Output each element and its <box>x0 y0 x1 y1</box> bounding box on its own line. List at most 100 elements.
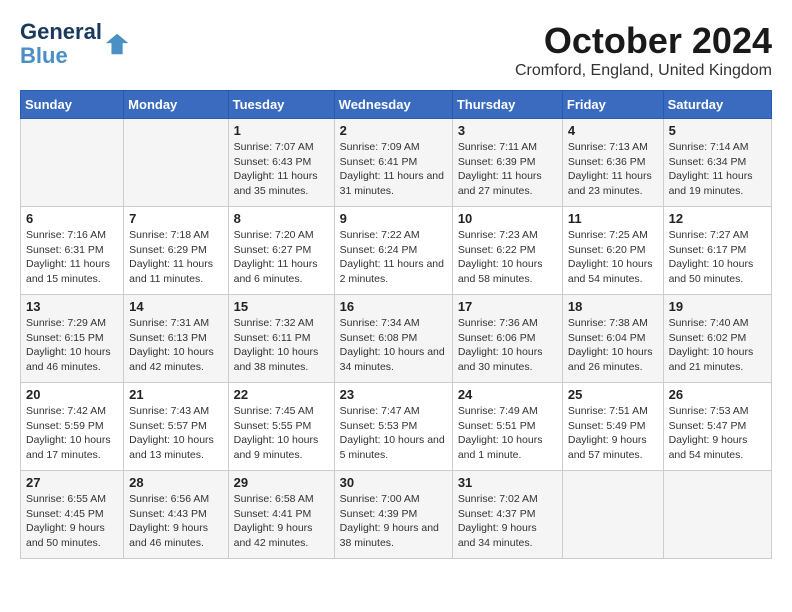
day-number: 15 <box>234 299 329 314</box>
logo-text: GeneralBlue <box>20 20 102 68</box>
day-info: Sunrise: 7:00 AM Sunset: 4:39 PM Dayligh… <box>340 492 447 551</box>
day-info: Sunrise: 7:34 AM Sunset: 6:08 PM Dayligh… <box>340 316 447 375</box>
calendar-cell: 29 Sunrise: 6:58 AM Sunset: 4:41 PM Dayli… <box>228 471 334 559</box>
day-info: Sunrise: 7:11 AM Sunset: 6:39 PM Dayligh… <box>458 140 557 199</box>
day-info: Sunrise: 7:18 AM Sunset: 6:29 PM Dayligh… <box>129 228 222 287</box>
header-monday: Monday <box>124 91 228 119</box>
day-number: 17 <box>458 299 557 314</box>
calendar-cell: 20 Sunrise: 7:42 AM Sunset: 5:59 PM Dayli… <box>21 383 124 471</box>
day-info: Sunrise: 7:14 AM Sunset: 6:34 PM Dayligh… <box>669 140 766 199</box>
day-info: Sunrise: 7:32 AM Sunset: 6:11 PM Dayligh… <box>234 316 329 375</box>
calendar-cell: 19Sunrise: 7:40 AM Sunset: 6:02 PM Dayli… <box>663 295 771 383</box>
month-title: October 2024 <box>515 20 772 62</box>
day-number: 18 <box>568 299 658 314</box>
day-number: 4 <box>568 123 658 138</box>
calendar-cell: 8Sunrise: 7:20 AM Sunset: 6:27 PM Daylig… <box>228 207 334 295</box>
day-info: Sunrise: 7:29 AM Sunset: 6:15 PM Dayligh… <box>26 316 118 375</box>
calendar-cell: 16 Sunrise: 7:34 AM Sunset: 6:08 PM Dayli… <box>334 295 452 383</box>
calendar-cell: 7 Sunrise: 7:18 AM Sunset: 6:29 PM Daylig… <box>124 207 228 295</box>
calendar-week-row: 13Sunrise: 7:29 AM Sunset: 6:15 PM Dayli… <box>21 295 772 383</box>
header-tuesday: Tuesday <box>228 91 334 119</box>
calendar-week-row: 6 Sunrise: 7:16 AM Sunset: 6:31 PM Daylig… <box>21 207 772 295</box>
calendar-cell: 3 Sunrise: 7:11 AM Sunset: 6:39 PM Daylig… <box>452 119 562 207</box>
day-info: Sunrise: 6:56 AM Sunset: 4:43 PM Dayligh… <box>129 492 222 551</box>
calendar-cell: 13Sunrise: 7:29 AM Sunset: 6:15 PM Dayli… <box>21 295 124 383</box>
calendar-cell: 27 Sunrise: 6:55 AM Sunset: 4:45 PM Dayli… <box>21 471 124 559</box>
calendar-cell: 10 Sunrise: 7:23 AM Sunset: 6:22 PM Dayli… <box>452 207 562 295</box>
day-number: 16 <box>340 299 447 314</box>
calendar-cell: 6 Sunrise: 7:16 AM Sunset: 6:31 PM Daylig… <box>21 207 124 295</box>
location: Cromford, England, United Kingdom <box>515 62 772 80</box>
header-friday: Friday <box>562 91 663 119</box>
calendar-cell: 9 Sunrise: 7:22 AM Sunset: 6:24 PM Daylig… <box>334 207 452 295</box>
logo-icon <box>104 30 132 58</box>
calendar-cell: 26Sunrise: 7:53 AM Sunset: 5:47 PM Dayli… <box>663 383 771 471</box>
calendar-cell: 14 Sunrise: 7:31 AM Sunset: 6:13 PM Dayli… <box>124 295 228 383</box>
calendar-cell: 15 Sunrise: 7:32 AM Sunset: 6:11 PM Dayli… <box>228 295 334 383</box>
page-header: GeneralBlue October 2024 Cromford, Engla… <box>20 20 772 80</box>
day-number: 24 <box>458 387 557 402</box>
day-info: Sunrise: 7:13 AM Sunset: 6:36 PM Dayligh… <box>568 140 658 199</box>
calendar-cell: 23Sunrise: 7:47 AM Sunset: 5:53 PM Dayli… <box>334 383 452 471</box>
calendar-cell <box>562 471 663 559</box>
day-number: 22 <box>234 387 329 402</box>
day-number: 25 <box>568 387 658 402</box>
calendar-cell: 24 Sunrise: 7:49 AM Sunset: 5:51 PM Dayli… <box>452 383 562 471</box>
calendar-cell: 17Sunrise: 7:36 AM Sunset: 6:06 PM Dayli… <box>452 295 562 383</box>
day-info: Sunrise: 7:42 AM Sunset: 5:59 PM Dayligh… <box>26 404 118 463</box>
day-number: 23 <box>340 387 447 402</box>
day-info: Sunrise: 6:55 AM Sunset: 4:45 PM Dayligh… <box>26 492 118 551</box>
day-number: 7 <box>129 211 222 226</box>
day-number: 6 <box>26 211 118 226</box>
day-info: Sunrise: 7:43 AM Sunset: 5:57 PM Dayligh… <box>129 404 222 463</box>
calendar-cell: 2Sunrise: 7:09 AM Sunset: 6:41 PM Daylig… <box>334 119 452 207</box>
calendar-cell: 22 Sunrise: 7:45 AM Sunset: 5:55 PM Dayli… <box>228 383 334 471</box>
header-sunday: Sunday <box>21 91 124 119</box>
day-number: 27 <box>26 475 118 490</box>
day-info: Sunrise: 7:38 AM Sunset: 6:04 PM Dayligh… <box>568 316 658 375</box>
day-number: 12 <box>669 211 766 226</box>
day-info: Sunrise: 6:58 AM Sunset: 4:41 PM Dayligh… <box>234 492 329 551</box>
calendar-week-row: 27 Sunrise: 6:55 AM Sunset: 4:45 PM Dayli… <box>21 471 772 559</box>
day-info: Sunrise: 7:16 AM Sunset: 6:31 PM Dayligh… <box>26 228 118 287</box>
day-info: Sunrise: 7:22 AM Sunset: 6:24 PM Dayligh… <box>340 228 447 287</box>
title-block: October 2024 Cromford, England, United K… <box>515 20 772 80</box>
calendar-cell: 21 Sunrise: 7:43 AM Sunset: 5:57 PM Dayli… <box>124 383 228 471</box>
calendar-cell: 25Sunrise: 7:51 AM Sunset: 5:49 PM Dayli… <box>562 383 663 471</box>
day-info: Sunrise: 7:07 AM Sunset: 6:43 PM Dayligh… <box>234 140 329 199</box>
day-info: Sunrise: 7:53 AM Sunset: 5:47 PM Dayligh… <box>669 404 766 463</box>
day-info: Sunrise: 7:31 AM Sunset: 6:13 PM Dayligh… <box>129 316 222 375</box>
day-info: Sunrise: 7:09 AM Sunset: 6:41 PM Dayligh… <box>340 140 447 199</box>
logo: GeneralBlue <box>20 20 132 68</box>
day-number: 14 <box>129 299 222 314</box>
day-number: 9 <box>340 211 447 226</box>
day-number: 30 <box>340 475 447 490</box>
day-number: 1 <box>234 123 329 138</box>
day-number: 29 <box>234 475 329 490</box>
calendar-cell: 31Sunrise: 7:02 AM Sunset: 4:37 PM Dayli… <box>452 471 562 559</box>
calendar-cell: 4 Sunrise: 7:13 AM Sunset: 6:36 PM Daylig… <box>562 119 663 207</box>
day-number: 11 <box>568 211 658 226</box>
day-info: Sunrise: 7:27 AM Sunset: 6:17 PM Dayligh… <box>669 228 766 287</box>
day-info: Sunrise: 7:45 AM Sunset: 5:55 PM Dayligh… <box>234 404 329 463</box>
header-thursday: Thursday <box>452 91 562 119</box>
calendar-cell: 30 Sunrise: 7:00 AM Sunset: 4:39 PM Dayli… <box>334 471 452 559</box>
calendar-cell: 1 Sunrise: 7:07 AM Sunset: 6:43 PM Daylig… <box>228 119 334 207</box>
day-number: 19 <box>669 299 766 314</box>
calendar-header-row: SundayMondayTuesdayWednesdayThursdayFrid… <box>21 91 772 119</box>
day-number: 20 <box>26 387 118 402</box>
calendar-week-row: 1 Sunrise: 7:07 AM Sunset: 6:43 PM Daylig… <box>21 119 772 207</box>
calendar-cell: 5 Sunrise: 7:14 AM Sunset: 6:34 PM Daylig… <box>663 119 771 207</box>
day-number: 21 <box>129 387 222 402</box>
day-number: 5 <box>669 123 766 138</box>
header-saturday: Saturday <box>663 91 771 119</box>
day-info: Sunrise: 7:23 AM Sunset: 6:22 PM Dayligh… <box>458 228 557 287</box>
day-number: 10 <box>458 211 557 226</box>
day-info: Sunrise: 7:02 AM Sunset: 4:37 PM Dayligh… <box>458 492 557 551</box>
day-number: 28 <box>129 475 222 490</box>
day-info: Sunrise: 7:49 AM Sunset: 5:51 PM Dayligh… <box>458 404 557 463</box>
day-number: 8 <box>234 211 329 226</box>
day-info: Sunrise: 7:25 AM Sunset: 6:20 PM Dayligh… <box>568 228 658 287</box>
day-number: 3 <box>458 123 557 138</box>
calendar-cell <box>124 119 228 207</box>
